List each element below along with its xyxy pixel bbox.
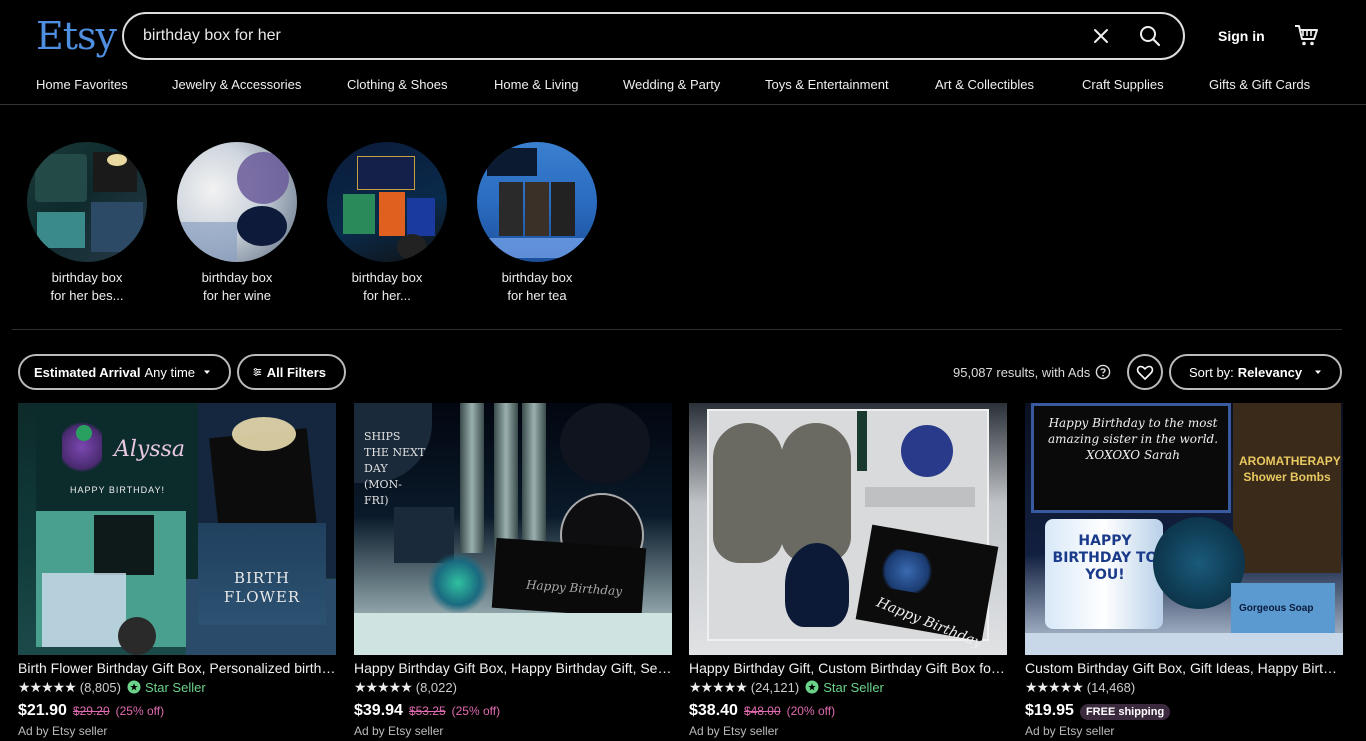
star-seller-badge: Star Seller	[805, 680, 884, 695]
nav-home-favorites[interactable]: Home Favorites	[36, 77, 128, 92]
related-search-item[interactable]: birthday box for her wine	[177, 142, 297, 305]
ad-label: Ad by Etsy seller	[1025, 724, 1115, 738]
nav-jewelry-accessories[interactable]: Jewelry & Accessories	[172, 77, 301, 92]
all-filters-button[interactable]: All Filters	[237, 354, 346, 390]
listing-price: $19.95 FREE shipping	[1025, 702, 1343, 720]
free-shipping-badge: FREE shipping	[1079, 704, 1171, 720]
star-seller-icon	[127, 680, 141, 694]
listing-image-caption: Alyssa	[114, 437, 186, 462]
listing-image[interactable]: Happy Birthday to the most amazing siste…	[1025, 403, 1343, 655]
sign-in-link[interactable]: Sign in	[1218, 28, 1265, 44]
nav-clothing-shoes[interactable]: Clothing & Shoes	[347, 77, 447, 92]
close-icon[interactable]	[1090, 25, 1112, 47]
nav-toys-entertainment[interactable]: Toys & Entertainment	[765, 77, 889, 92]
cart-icon[interactable]	[1293, 22, 1319, 48]
listing-image-caption: Gorgeous Soap	[1239, 603, 1314, 614]
related-search-item[interactable]: birthday box for her...	[327, 142, 447, 305]
filter-sliders-icon	[253, 368, 262, 376]
help-icon[interactable]	[1095, 364, 1111, 380]
nav-gifts-gift-cards[interactable]: Gifts & Gift Cards	[1209, 77, 1310, 92]
sort-dropdown[interactable]: Sort by: Relevancy	[1169, 354, 1342, 390]
search-input[interactable]: birthday box for her	[143, 27, 281, 45]
search-icon[interactable]	[1138, 24, 1162, 48]
listing-rating: ★★★★★ (8,805) Star Seller	[18, 678, 206, 695]
listing-image-caption: HAPPY BIRTHDAY TO YOU!	[1052, 533, 1158, 583]
star-rating-icon: ★★★★★	[18, 678, 77, 695]
listing-image[interactable]: SHIPS THE NEXT DAY (MON-FRI) Happy Birth…	[354, 403, 672, 655]
star-rating-icon: ★★★★★	[689, 678, 748, 695]
nav-wedding-party[interactable]: Wedding & Party	[623, 77, 720, 92]
listing-rating: ★★★★★ (14,468)	[1025, 678, 1136, 695]
heart-icon	[1136, 365, 1154, 380]
listing-title[interactable]: Custom Birthday Gift Box, Gift Ideas, Ha…	[1025, 660, 1343, 676]
listing-card[interactable]: Happy Birthday to the most amazing siste…	[1025, 403, 1343, 738]
listing-card[interactable]: Alyssa HAPPY BIRTHDAY! BIRTH FLOWER Birth…	[18, 403, 336, 738]
etsy-logo[interactable]: Etsy	[36, 14, 117, 58]
listing-title[interactable]: Happy Birthday Gift, Custom Birthday Gif…	[689, 660, 1007, 676]
related-label: birthday box for her wine	[201, 270, 273, 303]
listing-title[interactable]: Happy Birthday Gift Box, Happy Birthday …	[354, 660, 672, 676]
related-thumbnail	[177, 142, 297, 262]
star-rating-icon: ★★★★★	[354, 678, 413, 695]
related-search-item[interactable]: birthday box for her bes...	[27, 142, 147, 305]
related-thumbnail	[27, 142, 147, 262]
nav-home-living[interactable]: Home & Living	[494, 77, 579, 92]
star-seller-badge: Star Seller	[127, 680, 206, 695]
listing-price: $39.94 $53.25 (25% off)	[354, 702, 501, 719]
related-label: birthday box for her bes...	[50, 270, 124, 303]
listing-price: $38.40 $48.00 (20% off)	[689, 702, 836, 719]
star-rating-icon: ★★★★★	[1025, 678, 1084, 695]
listing-rating: ★★★★★ (24,121) Star Seller	[689, 678, 884, 695]
listing-title[interactable]: Birth Flower Birthday Gift Box, Personal…	[18, 660, 336, 676]
results-count: 95,087 results, with Ads	[953, 364, 1111, 380]
nav-craft-supplies[interactable]: Craft Supplies	[1082, 77, 1164, 92]
star-seller-icon	[805, 680, 819, 694]
related-label: birthday box for her...	[351, 270, 423, 303]
listing-card[interactable]: Happy Birthday Happy Birthday Gift, Cust…	[689, 403, 1007, 738]
related-thumbnail	[477, 142, 597, 262]
listing-card[interactable]: SHIPS THE NEXT DAY (MON-FRI) Happy Birth…	[354, 403, 672, 738]
search-bar[interactable]: birthday box for her	[122, 12, 1185, 60]
listing-image[interactable]: Happy Birthday	[689, 403, 1007, 655]
listing-image[interactable]: Alyssa HAPPY BIRTHDAY! BIRTH FLOWER	[18, 403, 336, 655]
listing-image-caption: BIRTH FLOWER	[223, 569, 301, 606]
section-divider	[12, 329, 1342, 330]
site-header: Etsy birthday box for her Sign in Home F…	[0, 0, 1366, 105]
ad-label: Ad by Etsy seller	[354, 724, 444, 738]
caret-down-icon	[1315, 370, 1322, 374]
listing-image-caption: AROMATHERAPY Shower Bombs	[1239, 454, 1341, 484]
ad-label: Ad by Etsy seller	[689, 724, 779, 738]
related-search-item[interactable]: birthday box for her tea	[477, 142, 597, 305]
ad-label: Ad by Etsy seller	[18, 724, 108, 738]
listing-image-caption: Happy Birthday to the most amazing siste…	[1047, 416, 1219, 462]
related-thumbnail	[327, 142, 447, 262]
estimated-arrival-filter[interactable]: Estimated Arrival Any time	[18, 354, 231, 390]
listing-price: $21.90 $29.20 (25% off)	[18, 702, 165, 719]
save-search-button[interactable]	[1127, 354, 1163, 390]
listing-image-caption: SHIPS THE NEXT DAY (MON-FRI)	[364, 430, 426, 507]
caret-down-icon	[204, 370, 211, 374]
related-label: birthday box for her tea	[501, 270, 573, 303]
listing-image-caption: HAPPY BIRTHDAY!	[70, 485, 166, 495]
nav-art-collectibles[interactable]: Art & Collectibles	[935, 77, 1034, 92]
listing-rating: ★★★★★ (8,022)	[354, 678, 457, 695]
